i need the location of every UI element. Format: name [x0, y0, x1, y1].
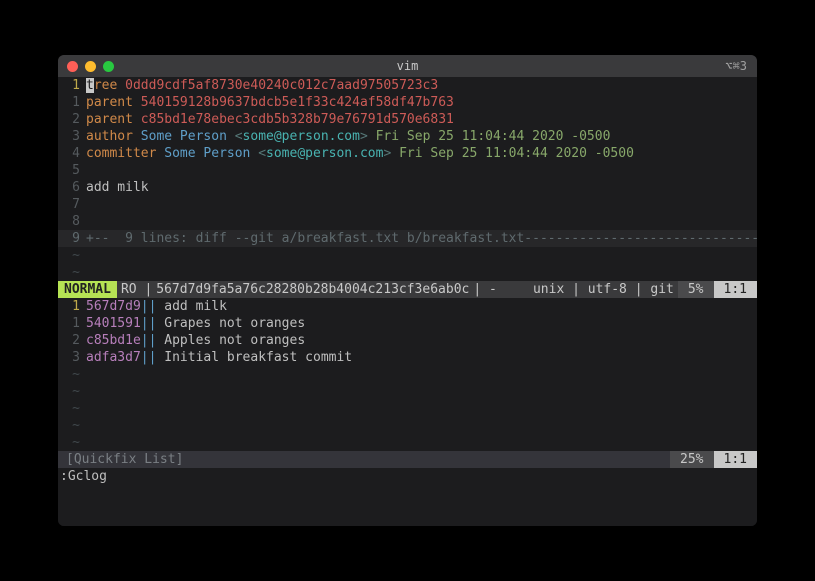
log-line[interactable]: 2 c85bd1e|| Apples not oranges	[58, 332, 757, 349]
line-number: 4	[58, 145, 86, 162]
commit-line: 7	[58, 196, 757, 213]
log-message: add milk	[164, 299, 227, 314]
line-content: parent c85bd1e78ebec3cdb5b328b79e76791d5…	[86, 111, 757, 128]
log-message: Initial breakfast commit	[164, 350, 352, 365]
tilde-icon: ~	[58, 247, 86, 264]
close-icon[interactable]	[67, 61, 78, 72]
empty-line: ~	[58, 400, 757, 417]
empty-line: ~	[58, 366, 757, 383]
parent-hash: c85bd1e78ebec3cdb5b328b79e76791d570e6831	[141, 112, 454, 127]
cursor-position: 1:1	[714, 281, 757, 298]
statusline-quickfix: [Quickfix List] 25% 1:1	[58, 451, 757, 468]
committer-name: Some Person	[164, 146, 258, 161]
line-content: tree 0ddd9cdf5af8730e40240c012c7aad97505…	[86, 77, 757, 94]
scroll-percent: 5%	[678, 281, 714, 298]
fold-text: +-- 9 lines: diff --git a/breakfast.txt …	[86, 230, 757, 247]
empty-line: ~	[58, 383, 757, 400]
commit-hash: 567d7d9	[86, 299, 141, 314]
log-line[interactable]: 1 5401591|| Grapes not oranges	[58, 315, 757, 332]
empty-line: ~	[58, 434, 757, 451]
log-line[interactable]: 1 567d7d9|| add milk	[58, 298, 757, 315]
line-number: 2	[58, 332, 86, 349]
line-number: 3	[58, 128, 86, 145]
commit-hash: adfa3d7	[86, 350, 141, 365]
empty-line: ~	[58, 264, 757, 281]
tilde-icon: ~	[58, 434, 86, 451]
line-number: 6	[58, 179, 86, 196]
tilde-icon: ~	[58, 400, 86, 417]
line-content: author Some Person <some@person.com> Fri…	[86, 128, 757, 145]
parent-hash: 540159128b9637bdcb5e1f33c424af58df47b763	[141, 95, 454, 110]
committer-email: some@person.com	[266, 146, 383, 161]
command-line[interactable]: :Gclog	[58, 468, 757, 485]
author-email: some@person.com	[243, 129, 360, 144]
author-date: Fri Sep 25 11:04:44 2020 -0500	[376, 129, 611, 144]
panel-indicator: ⌥⌘3	[725, 58, 747, 75]
commit-line: 4 committer Some Person <some@person.com…	[58, 145, 757, 162]
tilde-icon: ~	[58, 383, 86, 400]
line-content: parent 540159128b9637bdcb5e1f33c424af58d…	[86, 94, 757, 111]
line-number: 7	[58, 196, 86, 213]
pane-title: [Quickfix List]	[58, 451, 670, 468]
commit-line: 3 author Some Person <some@person.com> F…	[58, 128, 757, 145]
log-line[interactable]: 3 adfa3d7|| Initial breakfast commit	[58, 349, 757, 366]
commit-line: 1 tree 0ddd9cdf5af8730e40240c012c7aad975…	[58, 77, 757, 94]
maximize-icon[interactable]	[103, 61, 114, 72]
commit-hash: 5401591	[86, 316, 141, 331]
cursor: t	[86, 78, 94, 93]
line-number: 1	[58, 94, 86, 111]
commit-pane[interactable]: 1 tree 0ddd9cdf5af8730e40240c012c7aad975…	[58, 77, 757, 281]
commit-hash: c85bd1e	[86, 333, 141, 348]
line-number: 1	[58, 315, 86, 332]
tree-hash: 0ddd9cdf5af8730e40240c012c7aad97505723c3	[125, 78, 438, 93]
committer-date: Fri Sep 25 11:04:44 2020 -0500	[399, 146, 634, 161]
file-info: unix | utf-8 | git	[529, 281, 678, 298]
cursor-position: 1:1	[714, 451, 757, 468]
fold-line[interactable]: 9 +-- 9 lines: diff --git a/breakfast.tx…	[58, 230, 757, 247]
line-number: 1	[58, 77, 86, 94]
log-message: Grapes not oranges	[164, 316, 305, 331]
line-number: 8	[58, 213, 86, 230]
terminal-window: vim ⌥⌘3 1 tree 0ddd9cdf5af8730e40240c012…	[58, 55, 757, 526]
author-name: Some Person	[141, 129, 235, 144]
titlebar: vim ⌥⌘3	[58, 55, 757, 77]
line-number: 1	[58, 298, 86, 315]
tilde-icon: ~	[58, 417, 86, 434]
commit-line: 6 add milk	[58, 179, 757, 196]
window-title: vim	[58, 58, 757, 75]
commit-line: 8	[58, 213, 757, 230]
scroll-percent: 25%	[670, 451, 713, 468]
commit-line: 2 parent c85bd1e78ebec3cdb5b328b79e76791…	[58, 111, 757, 128]
empty-line: ~	[58, 417, 757, 434]
line-content: committer Some Person <some@person.com> …	[86, 145, 757, 162]
minimize-icon[interactable]	[85, 61, 96, 72]
editor[interactable]: 1 tree 0ddd9cdf5af8730e40240c012c7aad975…	[58, 77, 757, 526]
line-number: 3	[58, 349, 86, 366]
line-number: 2	[58, 111, 86, 128]
statusline: NORMAL RO | 567d7d9fa5a76c28280b28b4004c…	[58, 281, 757, 298]
mode-indicator: NORMAL	[58, 281, 117, 298]
buffer-name: 567d7d9fa5a76c28280b28b4004c213cf3e6ab0c	[156, 281, 469, 298]
commit-line: 5	[58, 162, 757, 179]
log-message: Apples not oranges	[164, 333, 305, 348]
empty-line: ~	[58, 247, 757, 264]
line-number: 5	[58, 162, 86, 179]
traffic-lights	[58, 61, 114, 72]
line-number: 9	[58, 230, 86, 247]
tilde-icon: ~	[58, 264, 86, 281]
commit-message: add milk	[86, 179, 757, 196]
commit-line: 1 parent 540159128b9637bdcb5e1f33c424af5…	[58, 94, 757, 111]
tilde-icon: ~	[58, 366, 86, 383]
readonly-indicator: RO |	[117, 281, 156, 298]
quickfix-pane[interactable]: 1 567d7d9|| add milk 1 5401591|| Grapes …	[58, 298, 757, 451]
